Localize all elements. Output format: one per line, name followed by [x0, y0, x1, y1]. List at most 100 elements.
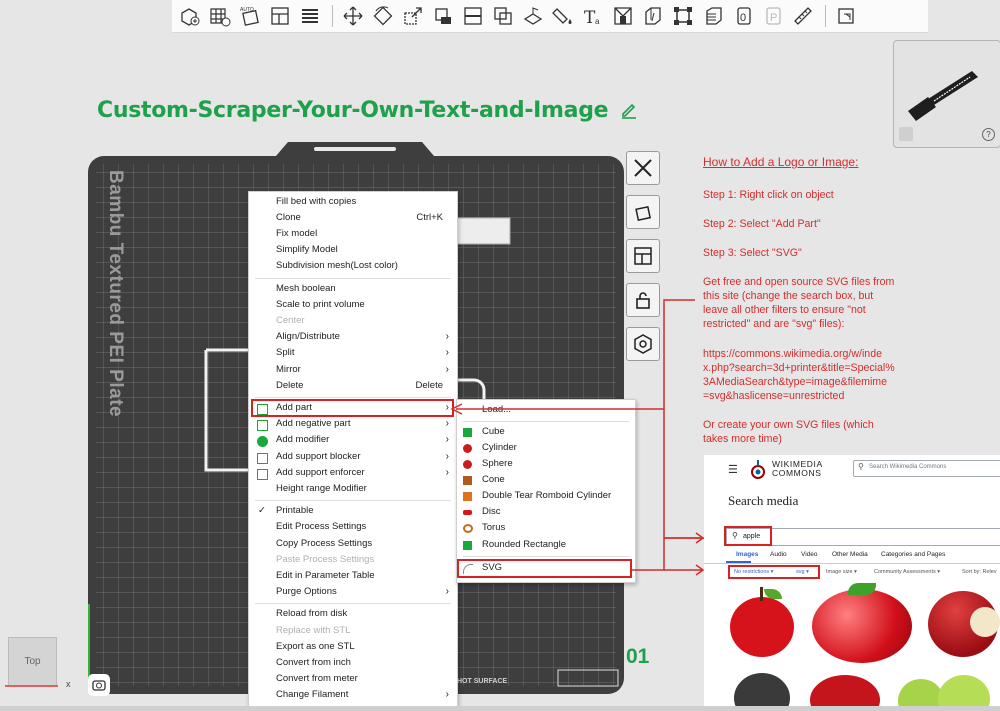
context-menu-item[interactable]: Export as one STL [249, 639, 457, 655]
auto-arrange-icon[interactable]: AUTO [236, 2, 264, 30]
result-apple-3[interactable] [926, 583, 1000, 663]
annotation-arrowheads [664, 532, 705, 576]
result-apple-6[interactable] [890, 667, 1000, 711]
layers-icon[interactable] [296, 2, 324, 30]
tab-other-media[interactable]: Other Media [832, 551, 868, 558]
context-menu-item[interactable]: Purge Options › [249, 584, 457, 600]
plate-title[interactable]: Custom-Scraper-Your-Own-Text-and-Image [97, 98, 638, 123]
help-icon[interactable]: ? [982, 128, 995, 141]
arrange-icon[interactable] [266, 2, 294, 30]
add-object-icon[interactable] [176, 2, 204, 30]
context-menu-item[interactable]: Height range Modifier [249, 481, 457, 497]
source-text-line: leave all other filters to ensure "not [703, 304, 866, 316]
tab-categories-pages[interactable]: Categories and Pages [881, 551, 945, 558]
context-menu-item-label: Clone [276, 212, 301, 224]
instruction-step-1: Step 1: Right click on object [703, 189, 834, 201]
context-menu-item[interactable]: Reload from disk [249, 606, 457, 622]
source-text-line: Get free and open source SVG files from [703, 276, 895, 288]
context-menu-item[interactable]: Convert from inch [249, 655, 457, 671]
place-on-face-icon[interactable] [429, 2, 457, 30]
url-text-line: https://commons.wikimedia.org/w/inde [703, 348, 882, 360]
measure-icon[interactable] [669, 2, 697, 30]
result-apple-1[interactable] [726, 585, 798, 663]
result-apple-5[interactable] [806, 667, 886, 711]
slice-view-icon[interactable] [699, 2, 727, 30]
context-menu-item[interactable]: Fix model [249, 226, 457, 242]
context-menu-item[interactable]: Printable ✓ [249, 503, 457, 519]
context-menu-item[interactable]: Scale to print volume [249, 297, 457, 313]
support-enforcer-icon [257, 468, 268, 480]
context-menu-item-label: Fix model [276, 228, 318, 240]
context-menu-item[interactable]: Align/Distribute › [249, 329, 457, 345]
view-cube[interactable]: Top [8, 637, 57, 687]
support-paint-icon[interactable] [519, 2, 547, 30]
tab-audio[interactable]: Audio [770, 551, 787, 558]
cube-view-icon[interactable] [899, 127, 913, 141]
plate-p-icon[interactable]: P [759, 2, 787, 30]
result-apple-2[interactable] [806, 583, 916, 663]
settings-icon[interactable] [832, 2, 860, 30]
create-text-line: Or create your own SVG files (which [703, 419, 874, 431]
context-menu-item[interactable]: Clone Ctrl+K [249, 210, 457, 226]
rotate-icon[interactable] [369, 2, 397, 30]
context-menu-item-label: Copy Process Settings [276, 537, 373, 549]
chevron-right-icon: › [445, 363, 449, 375]
wikimedia-search-input[interactable]: ⚲ Search Wikimedia Commons [853, 460, 1000, 477]
tabs-divider [704, 563, 1000, 564]
context-menu-item[interactable]: Edit in Parameter Table [249, 568, 457, 584]
plate-title-text: Custom-Scraper-Your-Own-Text-and-Image [97, 98, 609, 123]
arrange-plate-icon[interactable] [626, 239, 660, 273]
context-menu-item[interactable]: Add negative part › [249, 416, 457, 432]
close-plate-icon[interactable] [626, 151, 660, 185]
object-thumbnail[interactable]: ? [893, 40, 1000, 148]
wikimedia-logo-line2: COMMONS [772, 468, 822, 478]
filter-image-size[interactable]: Image size ▾ [826, 569, 857, 575]
cut-icon[interactable] [459, 2, 487, 30]
context-menu-item[interactable]: Copy Process Settings [249, 536, 457, 552]
edit-pencil-icon[interactable] [620, 100, 638, 119]
tab-video[interactable]: Video [801, 551, 818, 558]
boolean-icon[interactable] [489, 2, 517, 30]
top-toolbar: AUTO Ta 0 P [172, 0, 928, 33]
scale-icon[interactable] [399, 2, 427, 30]
context-menu-item[interactable]: Add modifier › [249, 432, 457, 448]
chevron-right-icon: › [445, 434, 449, 446]
filter-size-label: Image size [826, 569, 853, 575]
context-menu-item[interactable]: Subdivision mesh(Lost color) [249, 258, 457, 274]
context-menu-item[interactable]: Fill bed with copies [249, 194, 457, 210]
context-menu-item[interactable]: Delete Delete [249, 378, 457, 394]
sort-dropdown[interactable]: Sort by: Relev [962, 569, 997, 575]
move-icon[interactable] [339, 2, 367, 30]
context-menu-item: Paste Process Settings [249, 552, 457, 568]
context-menu-item[interactable]: Convert from meter [249, 671, 457, 687]
context-menu-item[interactable]: Change Filament › [249, 687, 457, 703]
svg-text:a: a [595, 17, 600, 26]
context-menu: Fill bed with copies Clone Ctrl+K Fix model… [248, 191, 458, 710]
auto-orient-plate-icon[interactable] [626, 195, 660, 229]
filter-community[interactable]: Community Assessments ▾ [874, 569, 940, 575]
chevron-right-icon: › [445, 347, 449, 359]
hamburger-menu-icon[interactable]: ☰ [728, 463, 738, 476]
variable-layer-icon[interactable]: 0 [729, 2, 757, 30]
ruler-icon[interactable] [789, 2, 817, 30]
add-plate-icon[interactable] [206, 2, 234, 30]
assembly-icon[interactable] [609, 2, 637, 30]
hot-surface-label: HOT SURFACE [457, 678, 508, 685]
context-menu-item[interactable]: Mirror › [249, 362, 457, 378]
text-icon[interactable]: Ta [579, 2, 607, 30]
context-menu-item-label: Fill bed with copies [276, 196, 357, 207]
y-axis-line [88, 604, 90, 684]
context-menu-item[interactable]: Add support enforcer › [249, 465, 457, 481]
context-menu-item[interactable]: Simplify Model [249, 242, 457, 258]
color-paint-icon[interactable] [549, 2, 577, 30]
seam-icon[interactable] [639, 2, 667, 30]
context-menu-item[interactable]: Add support blocker › [249, 449, 457, 465]
context-menu-item[interactable]: Mesh boolean [249, 281, 457, 297]
result-apple-4[interactable] [730, 667, 794, 711]
context-menu-item[interactable]: Split › [249, 345, 457, 361]
chevron-right-icon: › [445, 466, 449, 478]
camera-icon[interactable] [88, 674, 110, 696]
tab-images[interactable]: Images [736, 551, 758, 558]
filter-highlight-box [728, 565, 820, 579]
context-menu-item[interactable]: Edit Process Settings [249, 519, 457, 535]
